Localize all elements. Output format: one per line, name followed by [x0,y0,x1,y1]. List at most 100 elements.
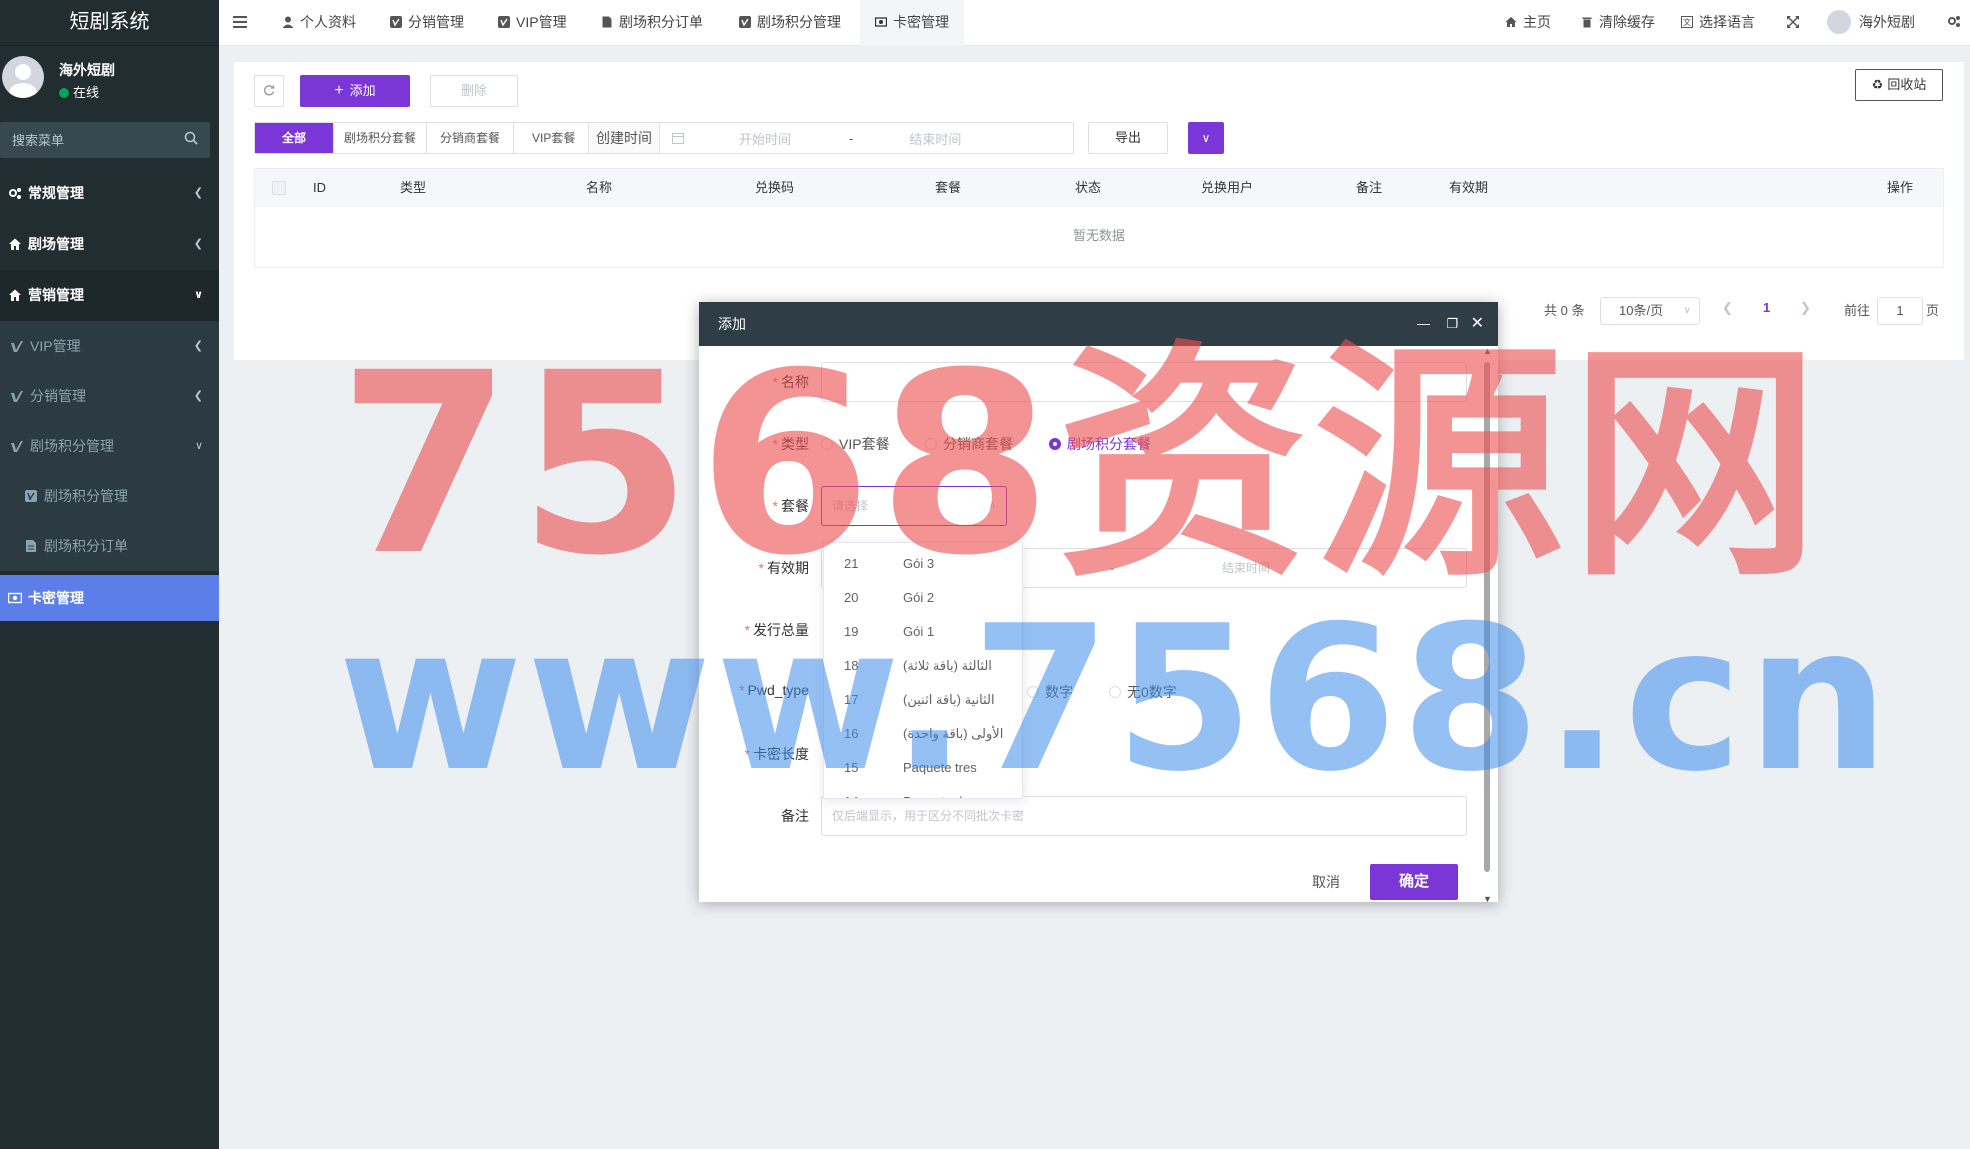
scroll-down-icon[interactable]: ▼ [1483,894,1492,904]
col-status[interactable]: 状态 [1075,169,1101,207]
pagination-total: 共 0 条 [1544,303,1585,318]
filter-tab-distributor[interactable]: 分销商套餐 [427,123,515,153]
col-package[interactable]: 套餐 [935,169,961,207]
tab-vip[interactable]: VIP管理 [498,0,567,46]
sidebar-item-theater[interactable]: 剧场管理 ❮ [0,219,219,270]
prev-page-button[interactable]: ❮ [1722,300,1733,316]
col-redeem-user[interactable]: 兑换用户 [1201,169,1253,207]
col-type[interactable]: 类型 [400,169,426,207]
menu-search-input[interactable] [0,122,210,158]
sidebar-item-card-secret[interactable]: 卡密管理 [0,575,219,621]
sidebar-toggle[interactable] [233,0,253,46]
trash-icon [1582,17,1592,28]
created-time-label: 创建时间 [589,123,660,153]
sidebar-item-distribution[interactable]: 分销管理 ❮ [0,371,219,421]
sidebar: 短剧系统 海外短剧 在线 常规管理 ❮ 剧场管理 ❮ 营销管理 ∨ VIP管理 … [0,0,219,1149]
nav-user[interactable]: 海外短剧 [1827,0,1915,46]
top-navbar: 个人资料 分销管理 VIP管理 剧场积分订单 剧场积分管理 卡密管理 主页 清除… [219,0,1970,46]
col-id[interactable]: ID [313,169,326,207]
sidebar-item-theater-points-orders[interactable]: 剧场积分订单 [0,521,219,571]
sidebar-item-theater-points[interactable]: 剧场积分管理 ∨ [0,421,219,471]
bars-icon [233,16,247,28]
nav-clear-cache[interactable]: 清除缓存 [1581,0,1655,46]
add-button[interactable]: + 添加 [300,75,410,107]
page-number[interactable]: 1 [1763,300,1770,315]
chevron-left-icon: ❮ [193,238,203,250]
user-status: 在线 [59,82,99,101]
calendar-icon [672,133,684,144]
avatar [2,56,44,98]
range-separator: - [849,130,854,146]
square-icon [25,490,37,502]
vimeo-square-icon [390,16,402,28]
export-dropdown-button[interactable]: ∨ [1188,122,1224,154]
theater-points-submenu: 剧场积分管理 剧场积分订单 [0,471,219,571]
vimeo-square-icon [739,16,751,28]
vimeo-icon [11,391,23,402]
avatar [1827,10,1851,34]
sidebar-item-theater-points-manage[interactable]: 剧场积分管理 [0,471,219,521]
col-validity[interactable]: 有效期 [1449,169,1488,207]
nav-settings[interactable] [1947,0,1967,46]
language-icon: 文 [1681,16,1693,28]
sidebar-item-marketing[interactable]: 营销管理 ∨ [0,270,219,321]
data-table: ID 类型 名称 兑换码 套餐 状态 兑换用户 备注 有效期 操作 暂无数据 [254,168,1944,268]
menu-search [0,122,210,158]
tab-distribution[interactable]: 分销管理 [390,0,464,46]
export-button[interactable]: 导出 [1088,122,1168,154]
plus-icon: + [334,82,344,99]
home-icon [1505,17,1517,27]
nav-home[interactable]: 主页 [1505,0,1551,46]
vimeo-square-icon [498,16,510,28]
refresh-icon [264,85,275,96]
chevron-left-icon: ❮ [193,340,203,352]
empty-text: 暂无数据 [1072,228,1125,243]
nav-language[interactable]: 文选择语言 [1681,0,1755,46]
user-icon [282,16,294,28]
sidebar-item-vip[interactable]: VIP管理 ❮ [0,321,219,371]
home-icon [9,289,21,301]
file-icon [602,16,612,28]
app-title[interactable]: 短剧系统 [0,0,219,46]
refresh-button[interactable] [254,75,284,107]
recycle-bin-button[interactable]: ♻ 回收站 [1855,69,1943,101]
filter-tab-all[interactable]: 全部 [255,123,335,153]
col-name[interactable]: 名称 [586,169,612,207]
tab-profile[interactable]: 个人资料 [282,0,356,46]
filter-tab-theater-points[interactable]: 剧场积分套餐 [334,123,428,153]
chevron-left-icon: ❮ [193,187,203,199]
col-code[interactable]: 兑换码 [755,169,794,207]
chevron-down-icon: ∨ [194,289,203,301]
cancel-button[interactable]: 取消 [1312,872,1340,892]
cogs-icon [9,188,21,199]
tab-theater-points-orders[interactable]: 剧场积分订单 [601,0,703,46]
cogs-icon [1948,16,1960,27]
next-page-button[interactable]: ❯ [1800,300,1811,316]
vimeo-icon [11,341,23,352]
tab-theater-points-manage[interactable]: 剧场积分管理 [739,0,841,46]
file-icon [26,540,36,552]
table-header: ID 类型 名称 兑换码 套餐 状态 兑换用户 备注 有效期 操作 [255,169,1943,207]
filter-tabs: 全部 剧场积分套餐 分销商套餐 VIP套餐 [254,122,595,154]
end-time-input[interactable]: 结束时间 [909,129,961,148]
col-actions: 操作 [1887,180,1914,195]
nav-fullscreen[interactable] [1787,0,1805,46]
online-dot-icon [59,88,69,98]
start-time-input[interactable]: 开始时间 [739,129,849,148]
svg-text:文: 文 [1683,17,1691,27]
marketing-submenu: VIP管理 ❮ 分销管理 ❮ 剧场积分管理 ∨ 剧场积分管理 剧场积分订单 [0,321,219,571]
confirm-button[interactable]: 确定 [1370,864,1458,900]
delete-button[interactable]: 删除 [430,75,518,107]
home-icon [9,238,21,250]
recycle-icon: ♻ [1871,77,1884,92]
chevron-left-icon: ❮ [193,390,203,402]
sidebar-item-general[interactable]: 常规管理 ❮ [0,168,219,219]
fullscreen-icon [1787,16,1799,28]
select-all-checkbox[interactable] [272,181,286,195]
user-name: 海外短剧 [59,62,115,78]
tab-card-secret[interactable]: 卡密管理 [860,0,964,46]
goto-page-input[interactable]: 1 [1877,297,1923,325]
search-icon[interactable] [184,131,198,145]
filter-tab-vip[interactable]: VIP套餐 [514,123,593,153]
col-remark[interactable]: 备注 [1356,169,1382,207]
